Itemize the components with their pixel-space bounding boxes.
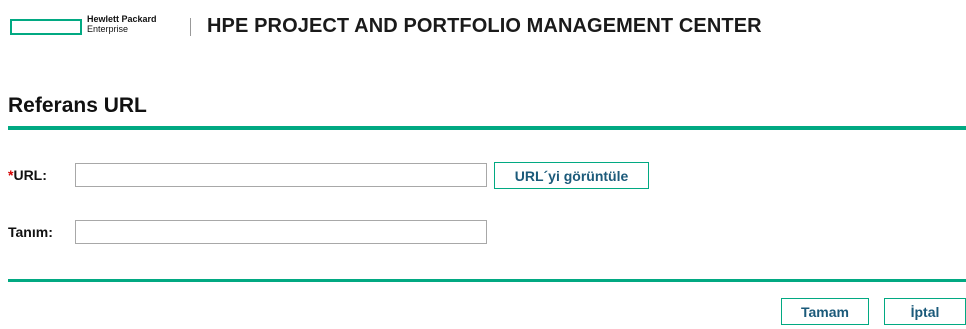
header-divider: [190, 18, 191, 36]
ok-button[interactable]: Tamam: [781, 298, 869, 325]
app-header: Hewlett Packard Enterprise HPE PROJECT A…: [0, 0, 966, 56]
footer-divider: [8, 279, 966, 282]
url-label: *URL:: [8, 167, 47, 183]
url-label-text: URL:: [13, 167, 47, 183]
page-title: Referans URL: [8, 94, 147, 117]
hpe-logo-icon: [10, 19, 82, 35]
description-label: Tanım:: [8, 224, 53, 240]
title-divider: [8, 126, 966, 130]
view-url-button[interactable]: URL´yi görüntüle: [494, 162, 649, 189]
logo-line2: Enterprise: [87, 24, 129, 34]
url-input[interactable]: [75, 163, 487, 187]
company-logo-text: Hewlett Packard Enterprise: [87, 14, 157, 34]
description-input[interactable]: [75, 220, 487, 244]
cancel-button[interactable]: İptal: [884, 298, 966, 325]
logo-line1: Hewlett Packard: [87, 14, 157, 24]
app-title: HPE PROJECT AND PORTFOLIO MANAGEMENT CEN…: [207, 15, 762, 37]
